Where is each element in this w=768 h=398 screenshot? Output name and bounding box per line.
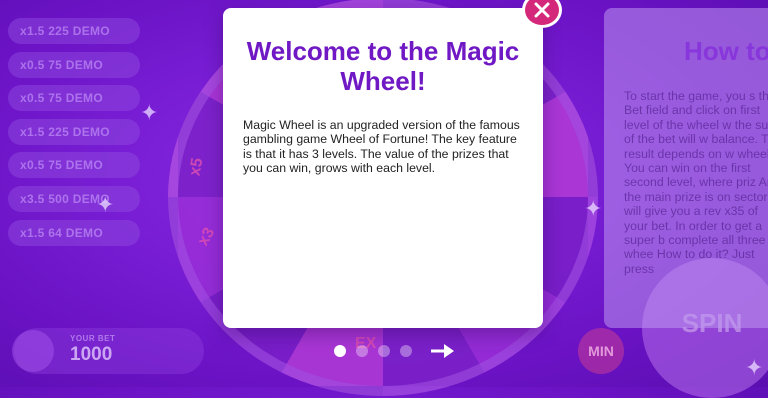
bet-caption: YOUR BET [70,334,116,343]
page-dot-2[interactable] [356,345,368,357]
welcome-modal: Welcome to the Magic Wheel! Magic Wheel … [223,8,543,328]
history-item: x1.5 225 DEMO [8,118,140,145]
history-item: x1.5 64 DEMO [8,219,140,246]
modal-body: Magic Wheel is an upgraded version of th… [243,118,520,176]
history-item: x0.5 75 DEMO [8,51,140,78]
history-list: x1.5 225 DEMO x0.5 75 DEMO x0.5 75 DEMO … [8,18,140,253]
page-dot-4[interactable] [400,345,412,357]
bet-value: 1000 [70,344,113,365]
modal-title: Welcome to the Magic Wheel! [246,36,520,96]
history-item: x0.5 75 DEMO [8,85,140,112]
history-item: x3.5 500 DEMO [8,185,140,212]
history-item: x0.5 75 DEMO [8,152,140,179]
close-icon [534,2,550,18]
sparkle-icon: ✦ [96,192,115,217]
sparkle-icon: ✦ [140,100,159,125]
next-card-body: To start the game, you s the Bet field a… [624,89,768,276]
next-card-title: How to [684,36,768,66]
min-button[interactable]: MIN [578,328,624,374]
sparkle-icon: ✦ [745,355,764,380]
next-info-card[interactable]: How to To start the game, you s the Bet … [604,8,768,328]
arrow-right-icon[interactable] [430,343,456,359]
pagination [334,343,456,359]
minus-icon[interactable] [12,330,54,372]
sparkle-icon: ✦ [584,196,603,221]
page-dot-3[interactable] [378,345,390,357]
wheel-sector-label: x5 [186,156,207,178]
page-dot-1[interactable] [334,345,346,357]
history-item: x1.5 225 DEMO [8,18,140,44]
